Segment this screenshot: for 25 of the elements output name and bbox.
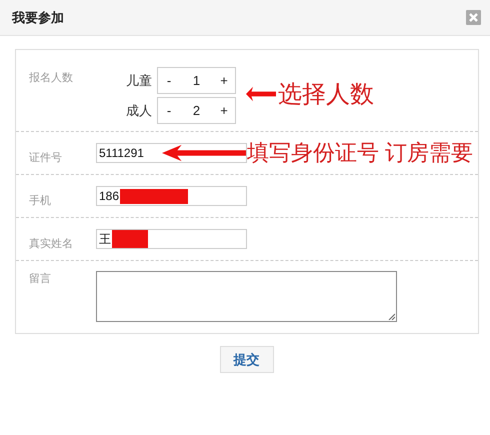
counter-label: 成人 [125, 102, 152, 120]
minus-button[interactable]: - [158, 103, 180, 118]
field-label: 真实姓名 [29, 236, 74, 250]
annotation-text: 选择人数 [278, 80, 374, 110]
plus-button[interactable]: + [213, 103, 235, 118]
input-field[interactable]: 5111291 [96, 143, 247, 163]
quantity-value: 1 [192, 73, 202, 88]
annotation-text: 填写身份证号 订房需要 [247, 139, 474, 167]
plus-button[interactable]: + [213, 73, 235, 88]
field-label: 手机 [29, 194, 52, 208]
arrow-icon [246, 86, 276, 102]
minus-button[interactable]: - [158, 73, 180, 88]
dialog-title: 我要参加 [12, 8, 64, 26]
field-label: 留言 [29, 272, 52, 287]
input-field[interactable]: 王 [96, 229, 247, 249]
submit-button[interactable]: 提交 [220, 346, 274, 373]
field-label: 证件号 [29, 150, 63, 164]
arrow-icon [162, 144, 246, 162]
input-field[interactable]: 186 [96, 186, 247, 206]
resize-grip-icon[interactable] [388, 313, 395, 320]
message-field[interactable] [96, 271, 397, 322]
close-icon[interactable] [466, 10, 481, 25]
counter-label: 儿童 [125, 72, 152, 90]
field-label: 报名人数 [29, 71, 74, 86]
quantity-value: 2 [192, 103, 202, 118]
